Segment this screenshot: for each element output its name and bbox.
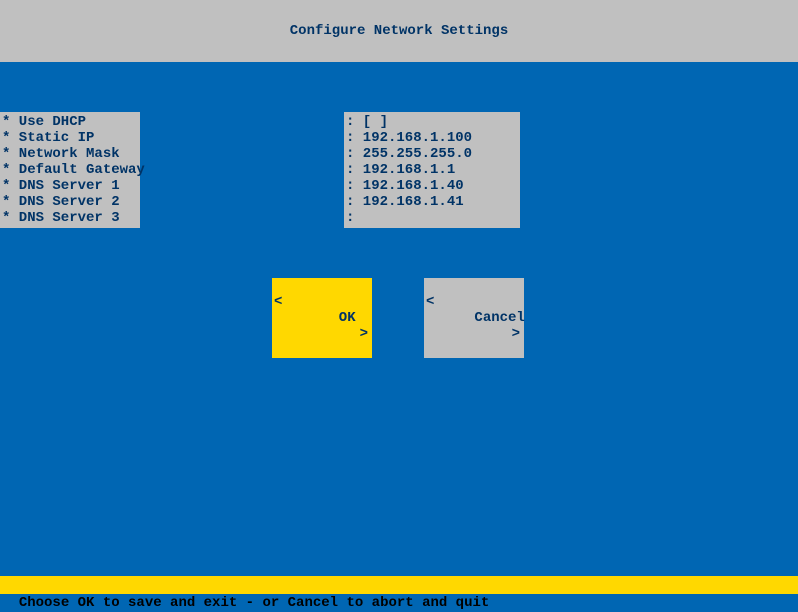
- footer-hint: Choose OK to save and exit - or Cancel t…: [0, 576, 798, 594]
- dialog-header: Configure Network Settings: [0, 0, 798, 62]
- dialog-body: * Use DHCP * Static IP * Network Mask * …: [0, 62, 798, 576]
- value-default-gateway[interactable]: : 192.168.1.1: [344, 162, 520, 178]
- label-default-gateway: * Default Gateway: [0, 162, 140, 178]
- label-dns-server-3: * DNS Server 3: [0, 210, 140, 226]
- label-use-dhcp: * Use DHCP: [0, 114, 140, 130]
- value-static-ip[interactable]: : 192.168.1.100: [344, 130, 520, 146]
- cancel-button[interactable]: < Cancel >: [424, 278, 524, 358]
- field-values-box: : [ ] : 192.168.1.100 : 255.255.255.0 : …: [344, 112, 520, 228]
- value-use-dhcp[interactable]: : [ ]: [344, 114, 520, 130]
- label-static-ip: * Static IP: [0, 130, 140, 146]
- footer-text: Choose OK to save and exit - or Cancel t…: [19, 595, 489, 611]
- chevron-right-icon: >: [512, 326, 520, 342]
- dialog-title: Configure Network Settings: [290, 23, 508, 39]
- ok-button-label: OK: [339, 310, 356, 326]
- chevron-right-icon: >: [360, 326, 368, 342]
- label-dns-server-1: * DNS Server 1: [0, 178, 140, 194]
- chevron-left-icon: <: [274, 294, 282, 310]
- value-dns-server-3[interactable]: :: [344, 210, 520, 226]
- field-labels-box: * Use DHCP * Static IP * Network Mask * …: [0, 112, 140, 228]
- value-dns-server-2[interactable]: : 192.168.1.41: [344, 194, 520, 210]
- label-dns-server-2: * DNS Server 2: [0, 194, 140, 210]
- value-dns-server-1[interactable]: : 192.168.1.40: [344, 178, 520, 194]
- cancel-button-label: Cancel: [474, 310, 524, 326]
- value-network-mask[interactable]: : 255.255.255.0: [344, 146, 520, 162]
- chevron-left-icon: <: [426, 294, 434, 310]
- label-network-mask: * Network Mask: [0, 146, 140, 162]
- ok-button[interactable]: < OK >: [272, 278, 372, 358]
